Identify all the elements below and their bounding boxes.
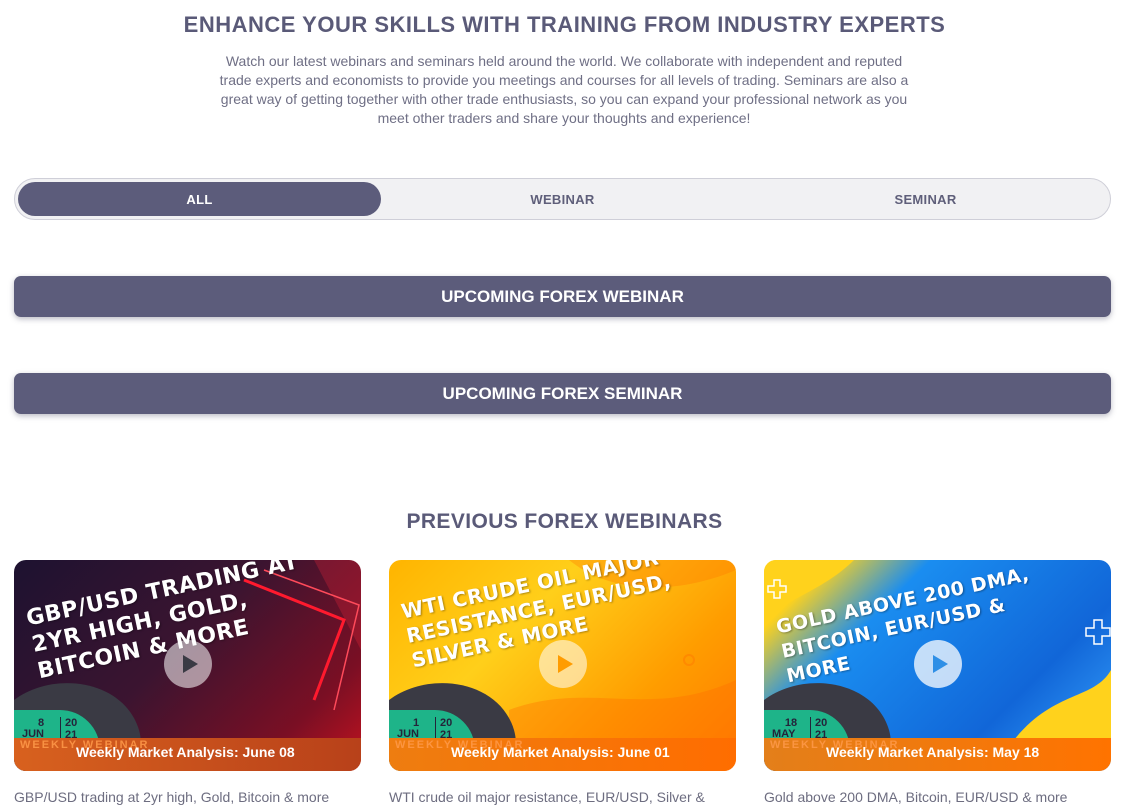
page-headline: ENHANCE YOUR SKILLS WITH TRAINING FROM I… [183, 12, 946, 37]
webinar-card[interactable]: GBP/USD TRADING AT 2YR HIGH, GOLD, BITCO… [14, 560, 361, 771]
tab-all[interactable]: ALL [18, 182, 381, 216]
upcoming-seminar-button[interactable]: UPCOMING FOREX SEMINAR [14, 373, 1111, 414]
card-caption: Weekly Market Analysis: June 08 [76, 744, 295, 760]
card-description[interactable]: Gold above 200 DMA, Bitcoin, EUR/USD & m… [764, 789, 1067, 805]
previous-webinars-title: PREVIOUS FOREX WEBINARS [406, 510, 723, 533]
filter-tabs: ALL WEBINAR SEMINAR [14, 178, 1111, 220]
webinar-card[interactable]: WTI CRUDE OIL MAJOR RESISTANCE, EUR/USD,… [389, 560, 736, 771]
card-caption: Weekly Market Analysis: June 01 [451, 744, 670, 760]
card-description[interactable]: GBP/USD trading at 2yr high, Gold, Bitco… [14, 789, 329, 805]
card-description[interactable]: WTI crude oil major resistance, EUR/USD,… [389, 789, 705, 805]
upcoming-webinar-button[interactable]: UPCOMING FOREX WEBINAR [14, 276, 1111, 317]
play-icon[interactable] [164, 640, 212, 688]
tab-webinar[interactable]: WEBINAR [381, 182, 744, 216]
tab-seminar[interactable]: SEMINAR [744, 182, 1107, 216]
play-icon[interactable] [539, 640, 587, 688]
webinar-card[interactable]: GOLD ABOVE 200 DMA, BITCOIN, EUR/USD & M… [764, 560, 1111, 771]
card-caption: Weekly Market Analysis: May 18 [826, 744, 1040, 760]
play-icon[interactable] [914, 640, 962, 688]
intro-text: Watch our latest webinars and seminars h… [219, 53, 909, 126]
